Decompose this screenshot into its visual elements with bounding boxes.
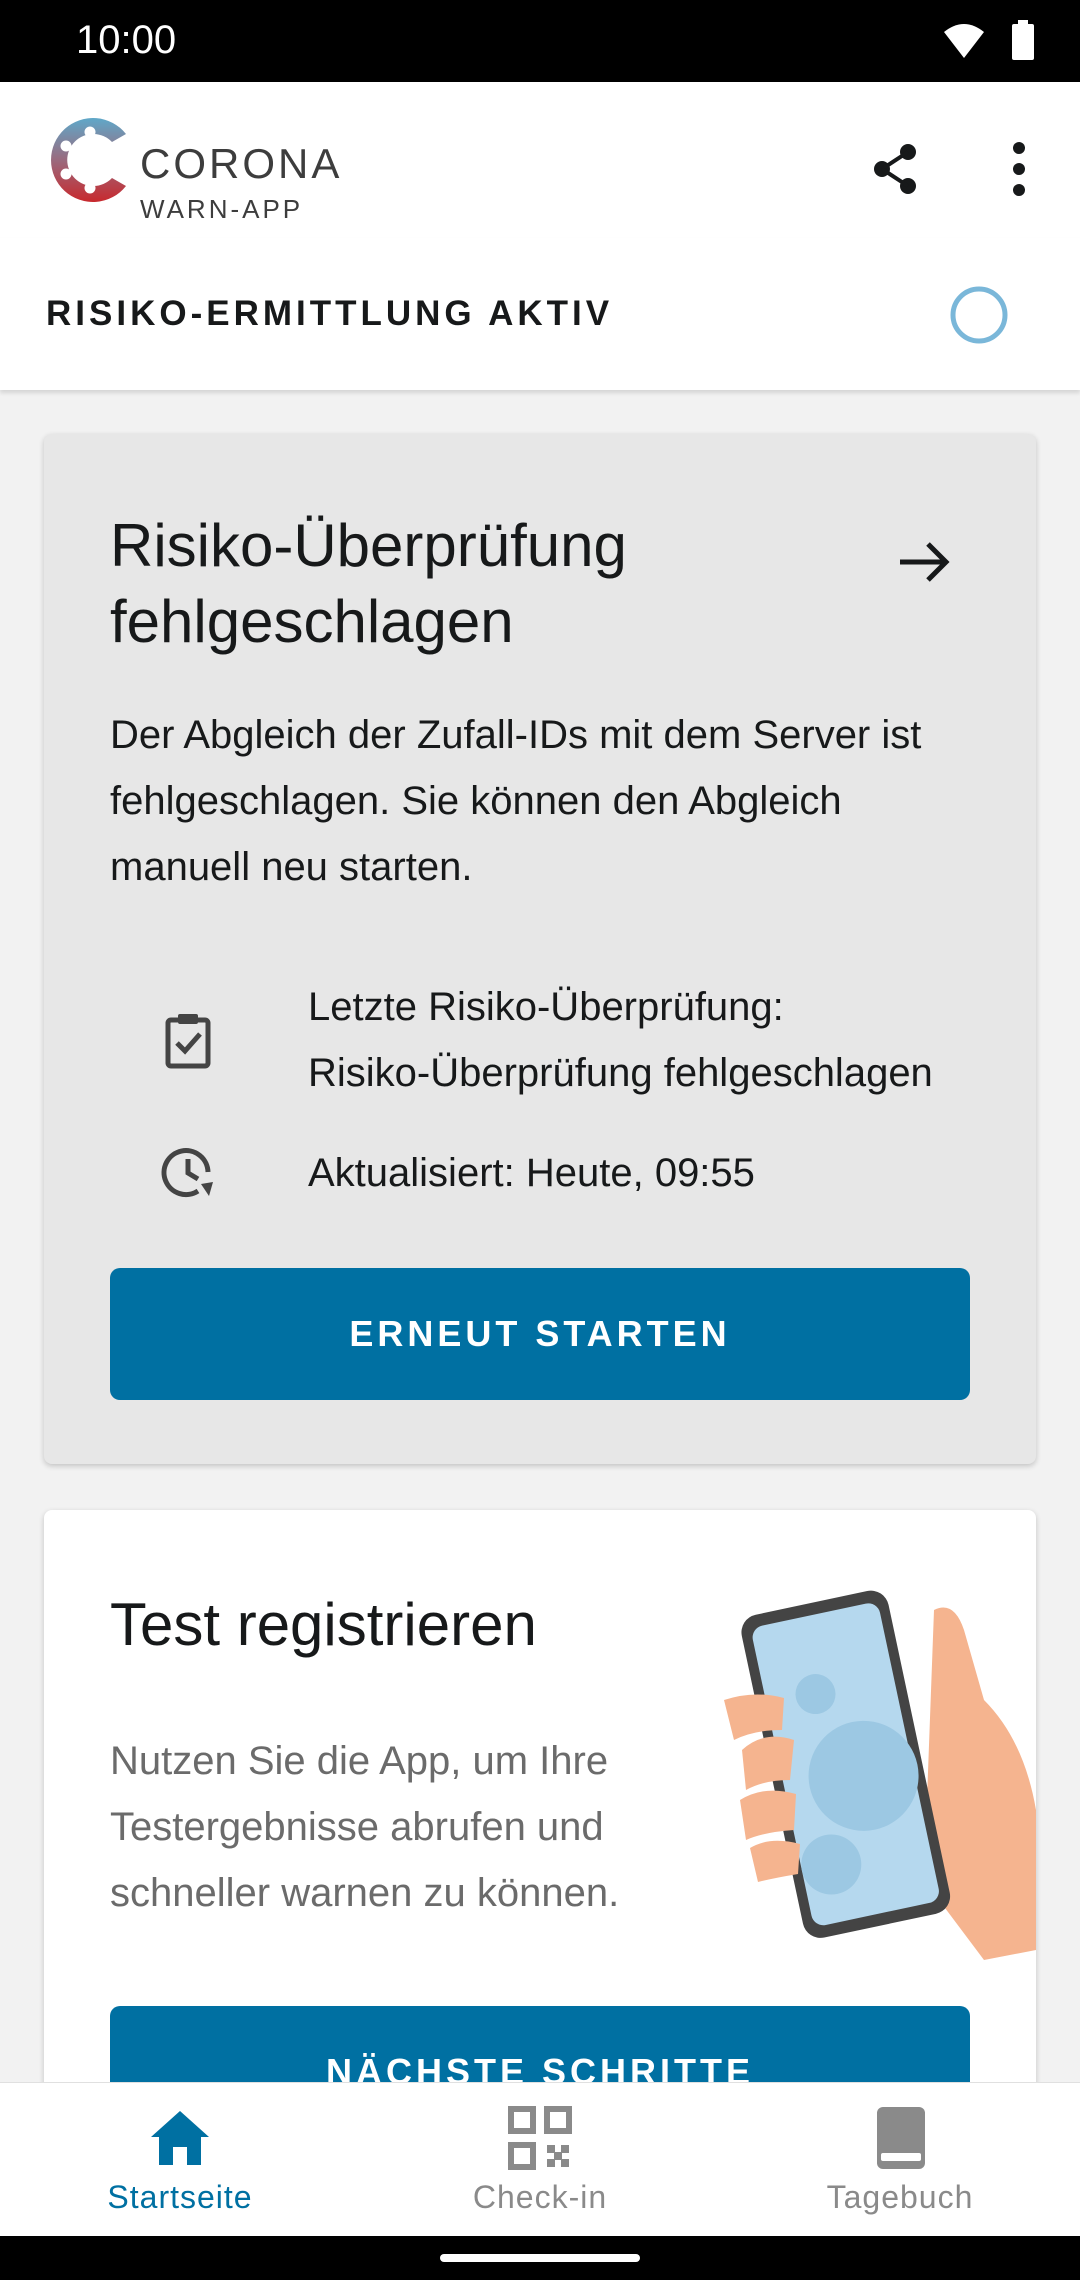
book-icon — [877, 2107, 925, 2169]
risk-progress-indicator-icon — [950, 286, 1008, 344]
hand-phone-illustration-icon — [724, 1590, 1036, 1960]
nav-label: Startseite — [107, 2179, 253, 2215]
nav-item-check-in[interactable]: Check-in — [360, 2083, 720, 2237]
more-vert-icon — [1013, 142, 1025, 196]
more-options-button[interactable] — [984, 134, 1054, 204]
battery-icon — [1012, 20, 1034, 60]
last-check-value: Risiko-Überprüfung fehlgeschlagen — [308, 1051, 933, 1095]
restart-check-button[interactable]: ERNEUT STARTEN — [110, 1268, 970, 1400]
bottom-navigation: Startseite Check-in Tagebuch — [0, 2082, 1080, 2237]
status-bar: 10:00 — [0, 0, 1080, 82]
card-title: Risiko-Überprüfung fehlgeschlagen — [110, 512, 627, 655]
nav-item-tagebuch[interactable]: Tagebuch — [720, 2083, 1080, 2237]
app-bar: CORONA WARN-APP — [0, 82, 1080, 238]
clipboard-check-icon — [165, 1014, 211, 1069]
arrow-right-icon — [900, 542, 950, 582]
system-navigation-bar — [0, 2236, 1080, 2280]
share-icon — [874, 144, 916, 194]
risk-check-failed-card[interactable]: Risiko-Überprüfung fehlgeschlagen Der Ab… — [44, 434, 1036, 1464]
nav-label: Check-in — [472, 2179, 608, 2215]
wifi-icon — [944, 24, 984, 58]
status-time: 10:00 — [76, 18, 177, 62]
card-title: Test registrieren — [110, 1591, 537, 1658]
corona-warn-app-logo-icon — [51, 118, 127, 202]
home-icon — [151, 2111, 209, 2165]
card-description: Der Abgleich der Zufall-IDs mit dem Serv… — [110, 713, 922, 889]
card-details-arrow-button[interactable] — [888, 526, 960, 598]
last-check-label: Letzte Risiko-Überprüfung: — [308, 985, 784, 1029]
nav-item-startseite[interactable]: Startseite — [0, 2083, 360, 2237]
home-gesture-handle[interactable] — [440, 2254, 640, 2262]
nav-label: Tagebuch — [826, 2179, 974, 2215]
app-logo: CORONA WARN-APP — [42, 108, 442, 224]
logo-title: CORONA — [140, 140, 343, 187]
qr-code-icon — [508, 2106, 572, 2170]
card-description: Nutzen Sie die App, um Ihre Testergebnis… — [110, 1739, 620, 1915]
history-clock-icon — [161, 1148, 213, 1198]
share-button[interactable] — [860, 134, 930, 204]
logo-subtitle: WARN-APP — [140, 194, 304, 224]
risk-status-bar: RISIKO-ERMITTLUNG AKTIV — [0, 238, 1080, 390]
risk-status-label: RISIKO-ERMITTLUNG AKTIV — [46, 294, 614, 333]
last-updated-text: Aktualisiert: Heute, 09:55 — [308, 1151, 755, 1195]
